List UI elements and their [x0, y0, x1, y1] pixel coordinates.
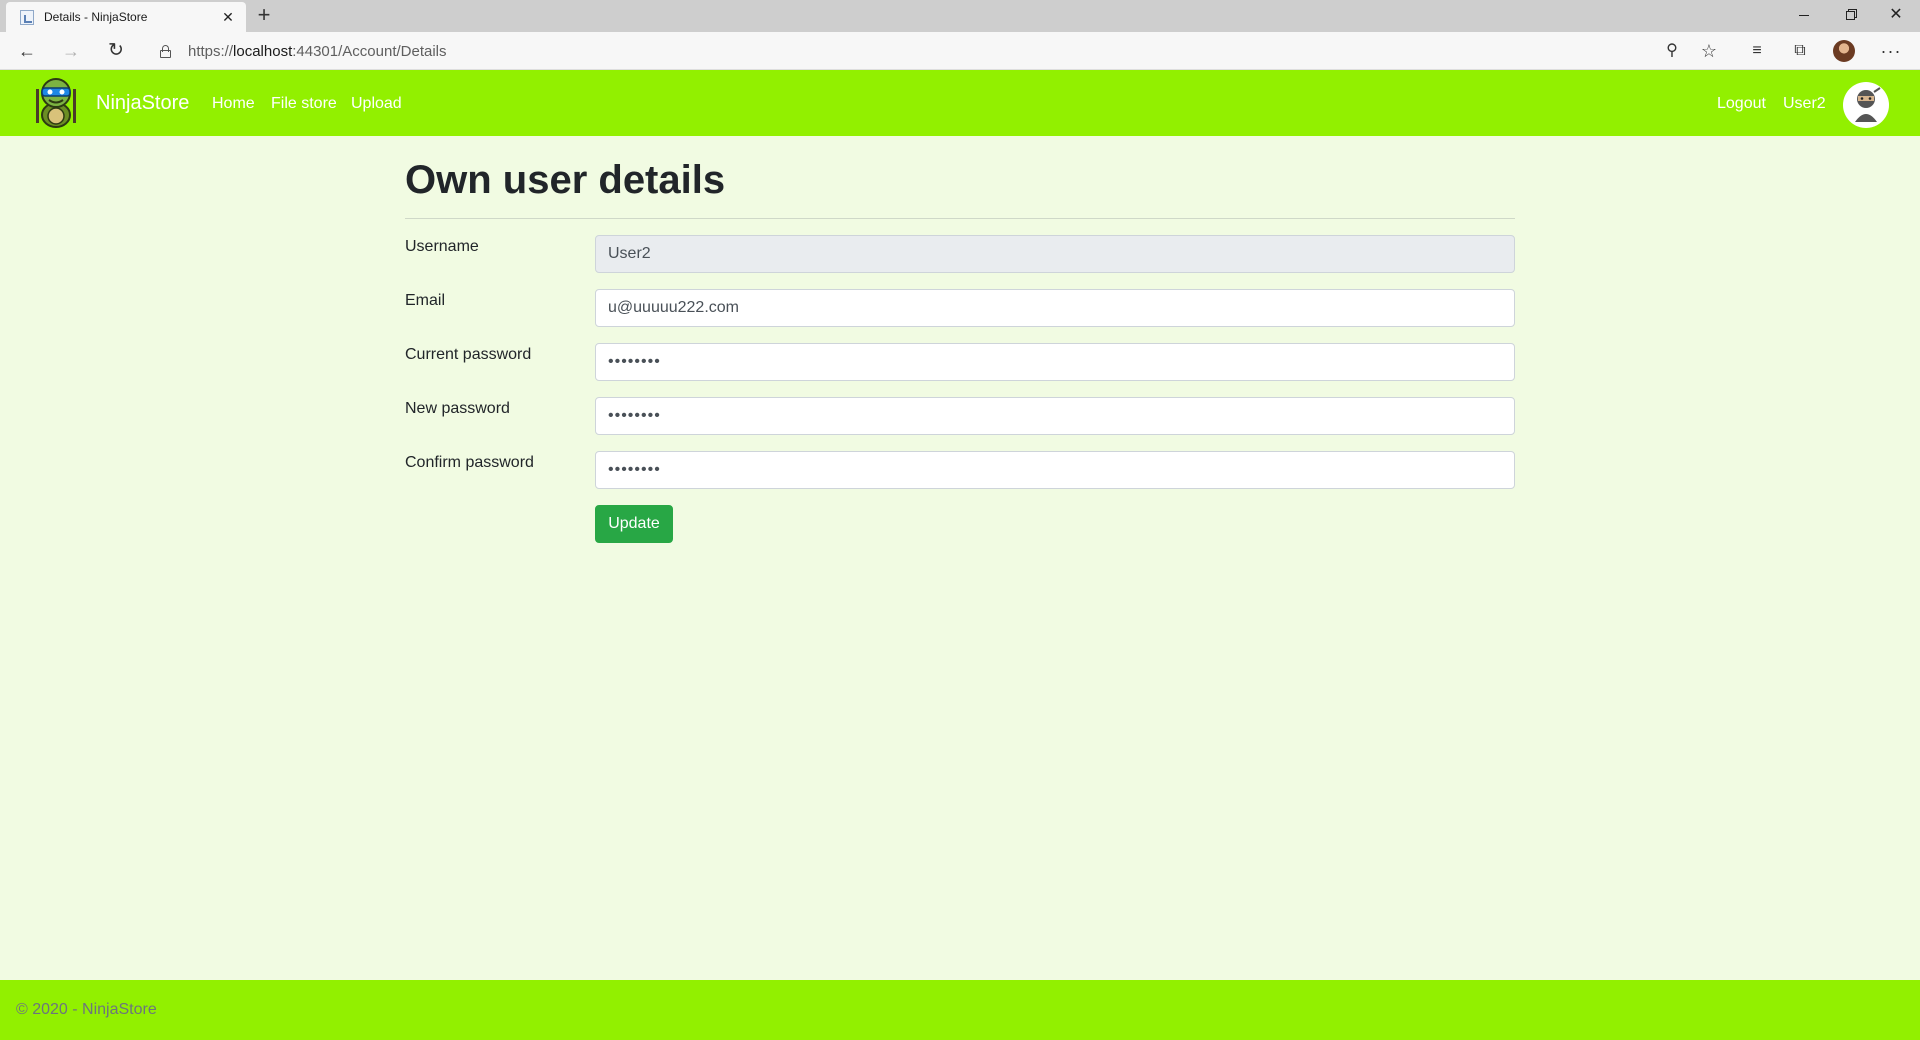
collections-icon[interactable]: ⧉: [1785, 37, 1815, 65]
username-label: Username: [405, 238, 479, 255]
forward-arrow-icon[interactable]: →: [56, 37, 86, 65]
lock-icon: [160, 45, 171, 58]
nav-link-upload[interactable]: Upload: [351, 95, 402, 113]
current-password-field[interactable]: ••••••••: [595, 343, 1515, 381]
nav-link-logout[interactable]: Logout: [1717, 95, 1766, 113]
ninja-turtle-logo-icon[interactable]: [30, 75, 82, 129]
confirm-password-label: Confirm password: [405, 454, 534, 471]
nav-link-file-store[interactable]: File store: [271, 95, 337, 113]
address-bar[interactable]: https://localhost:44301/Account/Details: [144, 36, 1704, 66]
close-window-icon[interactable]: ✕: [1873, 0, 1919, 30]
password-key-icon[interactable]: ⚲: [1657, 37, 1687, 65]
profile-avatar[interactable]: [1829, 37, 1859, 65]
browser-tab-strip: Details - NinjaStore ✕ + ✕: [0, 0, 1920, 32]
new-password-field[interactable]: ••••••••: [595, 397, 1515, 435]
user-avatar[interactable]: [1843, 82, 1889, 128]
back-arrow-icon[interactable]: ←: [12, 37, 42, 65]
tab-title: Details - NinjaStore: [44, 10, 148, 24]
page-title: Own user details: [405, 158, 726, 202]
email-field[interactable]: u@uuuuu222.com: [595, 289, 1515, 327]
favorites-list-icon[interactable]: ≡: [1742, 37, 1772, 65]
email-label: Email: [405, 292, 446, 309]
footer-copyright: © 2020 - NinjaStore: [16, 1001, 157, 1018]
minimize-window-icon[interactable]: [1781, 0, 1827, 30]
url-text[interactable]: https://localhost:44301/Account/Details: [188, 43, 447, 60]
current-password-label: Current password: [405, 346, 532, 363]
new-tab-icon[interactable]: +: [252, 4, 276, 28]
username-row: Username User2: [405, 235, 1515, 273]
close-tab-icon[interactable]: ✕: [218, 7, 238, 27]
site-navbar: NinjaStore Home File store Upload Logout…: [0, 70, 1920, 136]
current-password-row: Current password ••••••••: [405, 343, 1515, 381]
confirm-password-field[interactable]: ••••••••: [595, 451, 1515, 489]
username-field[interactable]: User2: [595, 235, 1515, 273]
page-favicon-icon: [20, 10, 34, 25]
reload-icon[interactable]: ↻: [101, 37, 131, 65]
more-options-icon[interactable]: ···: [1876, 37, 1906, 65]
email-row: Email u@uuuuu222.com: [405, 289, 1515, 327]
title-divider: [405, 218, 1515, 219]
new-password-row: New password ••••••••: [405, 397, 1515, 435]
ninja-avatar-icon: [1855, 87, 1881, 122]
restore-window-icon[interactable]: [1827, 0, 1873, 30]
browser-toolbar: ← → ↻ https://localhost:44301/Account/De…: [0, 32, 1920, 70]
favorite-star-icon[interactable]: ☆: [1694, 37, 1724, 65]
nav-link-user[interactable]: User2: [1783, 95, 1826, 113]
confirm-password-row: Confirm password ••••••••: [405, 451, 1515, 489]
update-button[interactable]: Update: [595, 505, 673, 543]
nav-link-home[interactable]: Home: [212, 95, 255, 113]
site-footer: © 2020 - NinjaStore: [0, 980, 1920, 1040]
brand-name[interactable]: NinjaStore: [96, 92, 189, 115]
browser-tab[interactable]: Details - NinjaStore ✕: [6, 2, 246, 32]
new-password-label: New password: [405, 400, 510, 417]
